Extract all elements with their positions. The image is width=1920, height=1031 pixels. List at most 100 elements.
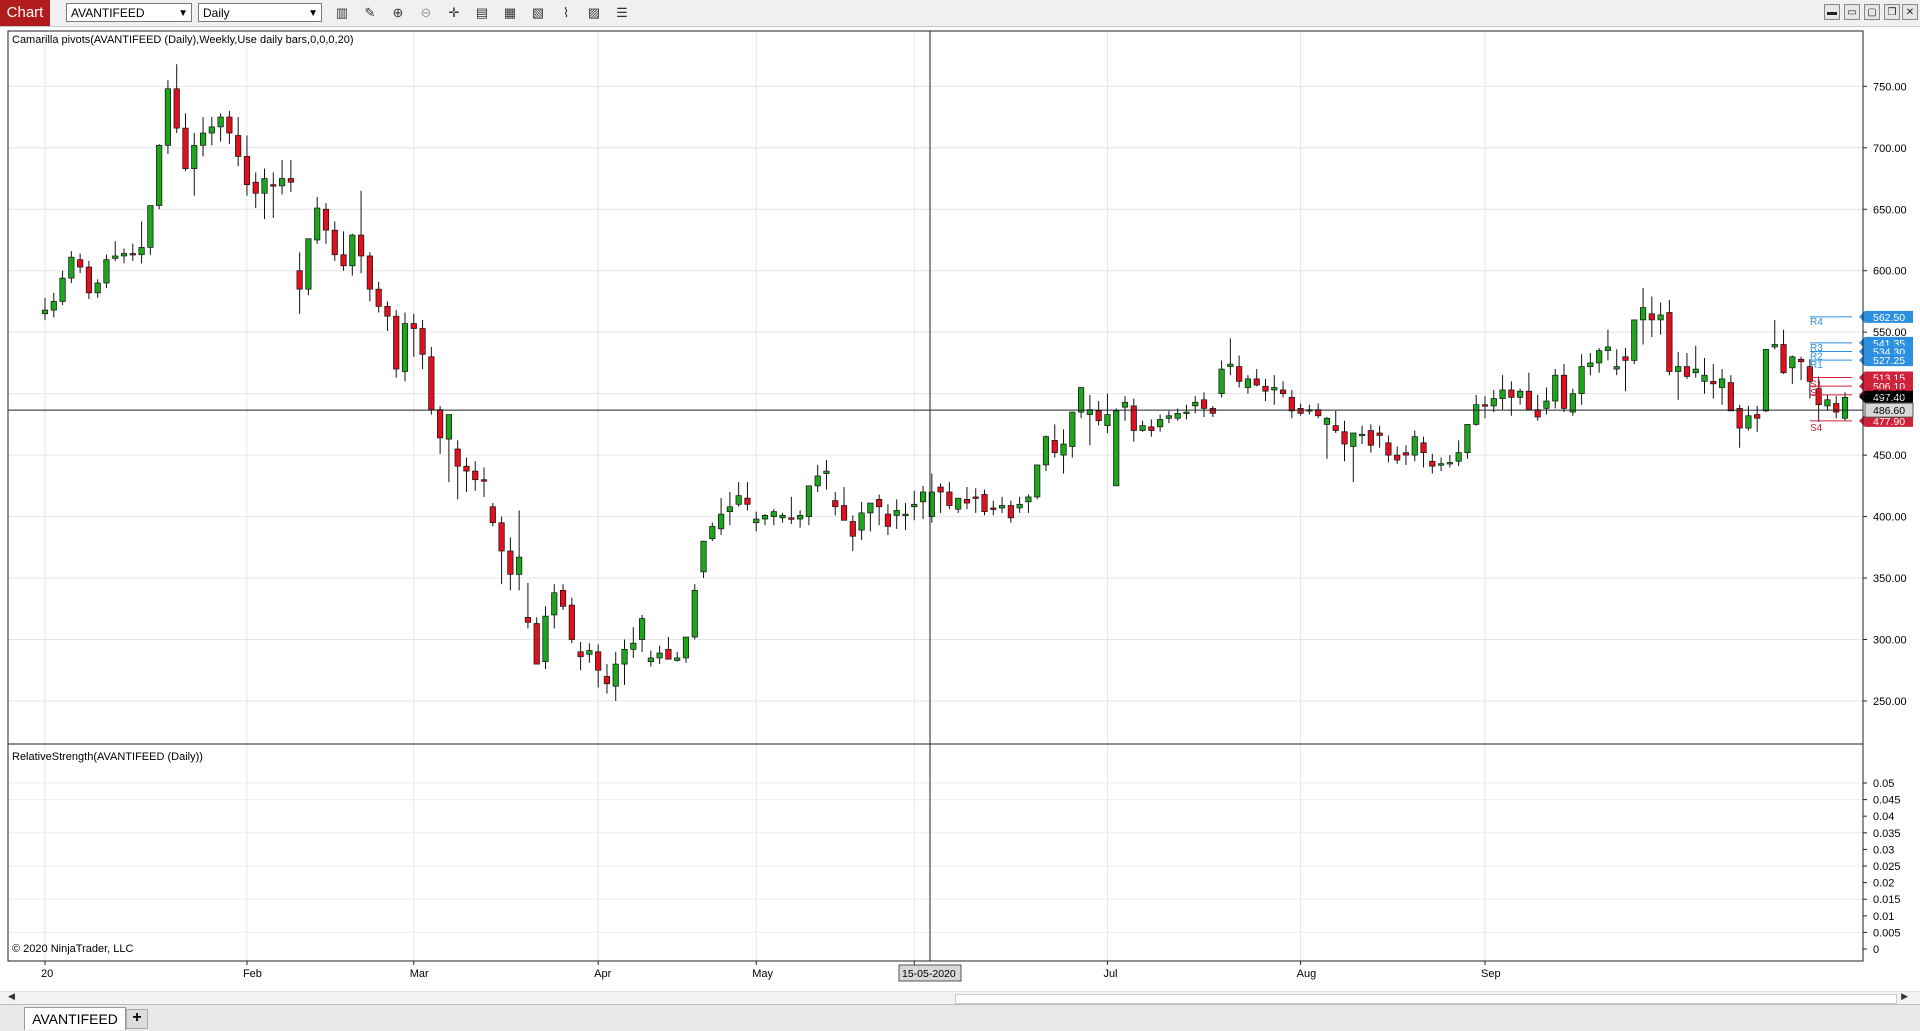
price-tick-label: 300.00 [1873, 635, 1907, 647]
candle-body [1350, 432, 1357, 447]
rs-panel-label: RelativeStrength(AVANTIFEED (Daily)) [12, 751, 203, 763]
list-icon[interactable]: ☰ [612, 3, 632, 23]
candle-body [1481, 404, 1489, 407]
candlestick-series [41, 64, 1849, 701]
zoom-out-icon[interactable]: ⊖ [416, 3, 436, 23]
close-window-icon[interactable]: ✕ [1902, 4, 1918, 20]
scroll-right-icon[interactable]: ▶ [1901, 991, 1908, 1002]
price-tick-label: 400.00 [1873, 512, 1907, 524]
candle-body [542, 615, 549, 662]
price-tick-label: 350.00 [1873, 573, 1907, 585]
scroll-left-icon[interactable]: ◀ [8, 991, 15, 1002]
candle-body [1648, 313, 1655, 321]
instrument-tab[interactable]: AVANTIFEED [24, 1007, 126, 1030]
candle-body [1288, 396, 1295, 412]
candle-body [1499, 389, 1506, 399]
candle-body [779, 514, 786, 519]
chart-canvas[interactable]: R4 562.50R3 541.35R2 534.30R1 527.25S1513.15… [0, 26, 1920, 1000]
restore-down-icon[interactable]: ▭ [1844, 4, 1860, 20]
month-label: Jul [1103, 968, 1117, 980]
candle-body [1631, 319, 1638, 361]
candle-body [1165, 415, 1172, 419]
candle-body [1402, 452, 1410, 456]
candle-body [735, 495, 742, 505]
candle-body [463, 465, 470, 472]
candle-body [191, 144, 198, 170]
rs-tick-label: 0.02 [1873, 878, 1894, 890]
candle-body [296, 270, 303, 290]
candle-body [639, 618, 646, 640]
candle-body [849, 521, 856, 537]
scrollbar-thumb[interactable] [955, 994, 1897, 1004]
add-tab-button[interactable]: + [126, 1009, 148, 1029]
candle-body [445, 414, 452, 440]
candle-body [516, 556, 523, 575]
candle-body [279, 178, 286, 187]
candle-body [1394, 454, 1401, 461]
price-tick-label: 650.00 [1873, 204, 1907, 216]
candle-body [559, 589, 567, 607]
candle-body [709, 526, 716, 540]
candle-body [1683, 366, 1691, 377]
restore-window-icon[interactable]: ❐ [1884, 4, 1900, 20]
candle-body [858, 512, 865, 531]
crosshair-icon[interactable]: ✛ [444, 3, 464, 23]
draw-pencil-icon[interactable]: ✎ [360, 3, 380, 23]
bar-type-icon[interactable]: ▥ [332, 3, 352, 23]
candle-body [1841, 396, 1849, 419]
candle-body [1183, 411, 1190, 414]
candle-body [1604, 346, 1611, 351]
candle-body [243, 156, 251, 186]
candle-body [1719, 378, 1726, 388]
candle-body [349, 234, 356, 267]
instrument-selector[interactable]: AVANTIFEED ▼ [66, 3, 192, 22]
candle-body [1552, 374, 1559, 402]
candle-body [1113, 410, 1120, 487]
candle-body [761, 514, 769, 520]
candle-body [1543, 400, 1550, 409]
interval-selector[interactable]: Daily ▼ [198, 3, 322, 22]
chart-style-icon[interactable]: ▦ [500, 3, 520, 23]
candle-body [603, 676, 611, 685]
candle-body [726, 506, 733, 513]
price-tick-label: 500.00 [1873, 389, 1907, 401]
chart-window-tab[interactable]: Chart [0, 0, 50, 26]
candle-body [744, 497, 751, 505]
rs-tick-label: 0.015 [1873, 894, 1901, 906]
candle-body [1490, 398, 1497, 407]
candle-body [1639, 307, 1647, 321]
minimize-window-icon[interactable]: ▬ [1824, 4, 1840, 20]
candle-body [1016, 503, 1023, 509]
candle-body [1323, 417, 1331, 425]
candle-body [718, 513, 725, 530]
candle-body [472, 470, 479, 481]
candle-body [1007, 505, 1014, 519]
data-box-icon[interactable]: ▤ [472, 3, 492, 23]
candle-body [700, 540, 707, 573]
rs-tick-label: 0.035 [1873, 828, 1901, 840]
candle-body [77, 259, 84, 268]
candle-body [138, 247, 145, 256]
properties-icon[interactable]: ▧ [528, 3, 548, 23]
maximize-window-icon[interactable]: ▢ [1864, 4, 1880, 20]
price-panel-label: Camarilla pivots(AVANTIFEED (Daily),Week… [12, 34, 354, 46]
candle-body [1762, 349, 1770, 412]
candle-body [85, 266, 92, 294]
candle-body [1798, 358, 1805, 363]
zoom-in-icon[interactable]: ⊕ [388, 3, 408, 23]
candle-body [41, 309, 49, 315]
candle-body [1596, 350, 1603, 364]
strategy-icon[interactable]: ⌇ [556, 3, 576, 23]
indicators-icon[interactable]: ▨ [584, 3, 604, 23]
price-tick-label: 700.00 [1873, 143, 1907, 155]
candle-body [305, 238, 312, 290]
candle-body [893, 510, 900, 516]
candle-body [164, 88, 171, 146]
horizontal-scrollbar[interactable]: ◀ ▶ [0, 991, 1920, 1004]
candle-body [384, 306, 391, 317]
candle-body [129, 253, 136, 256]
candle-body [1341, 431, 1348, 445]
candle-body [507, 550, 514, 575]
candle-body [1578, 366, 1585, 394]
rs-tick-label: 0.05 [1873, 778, 1894, 790]
